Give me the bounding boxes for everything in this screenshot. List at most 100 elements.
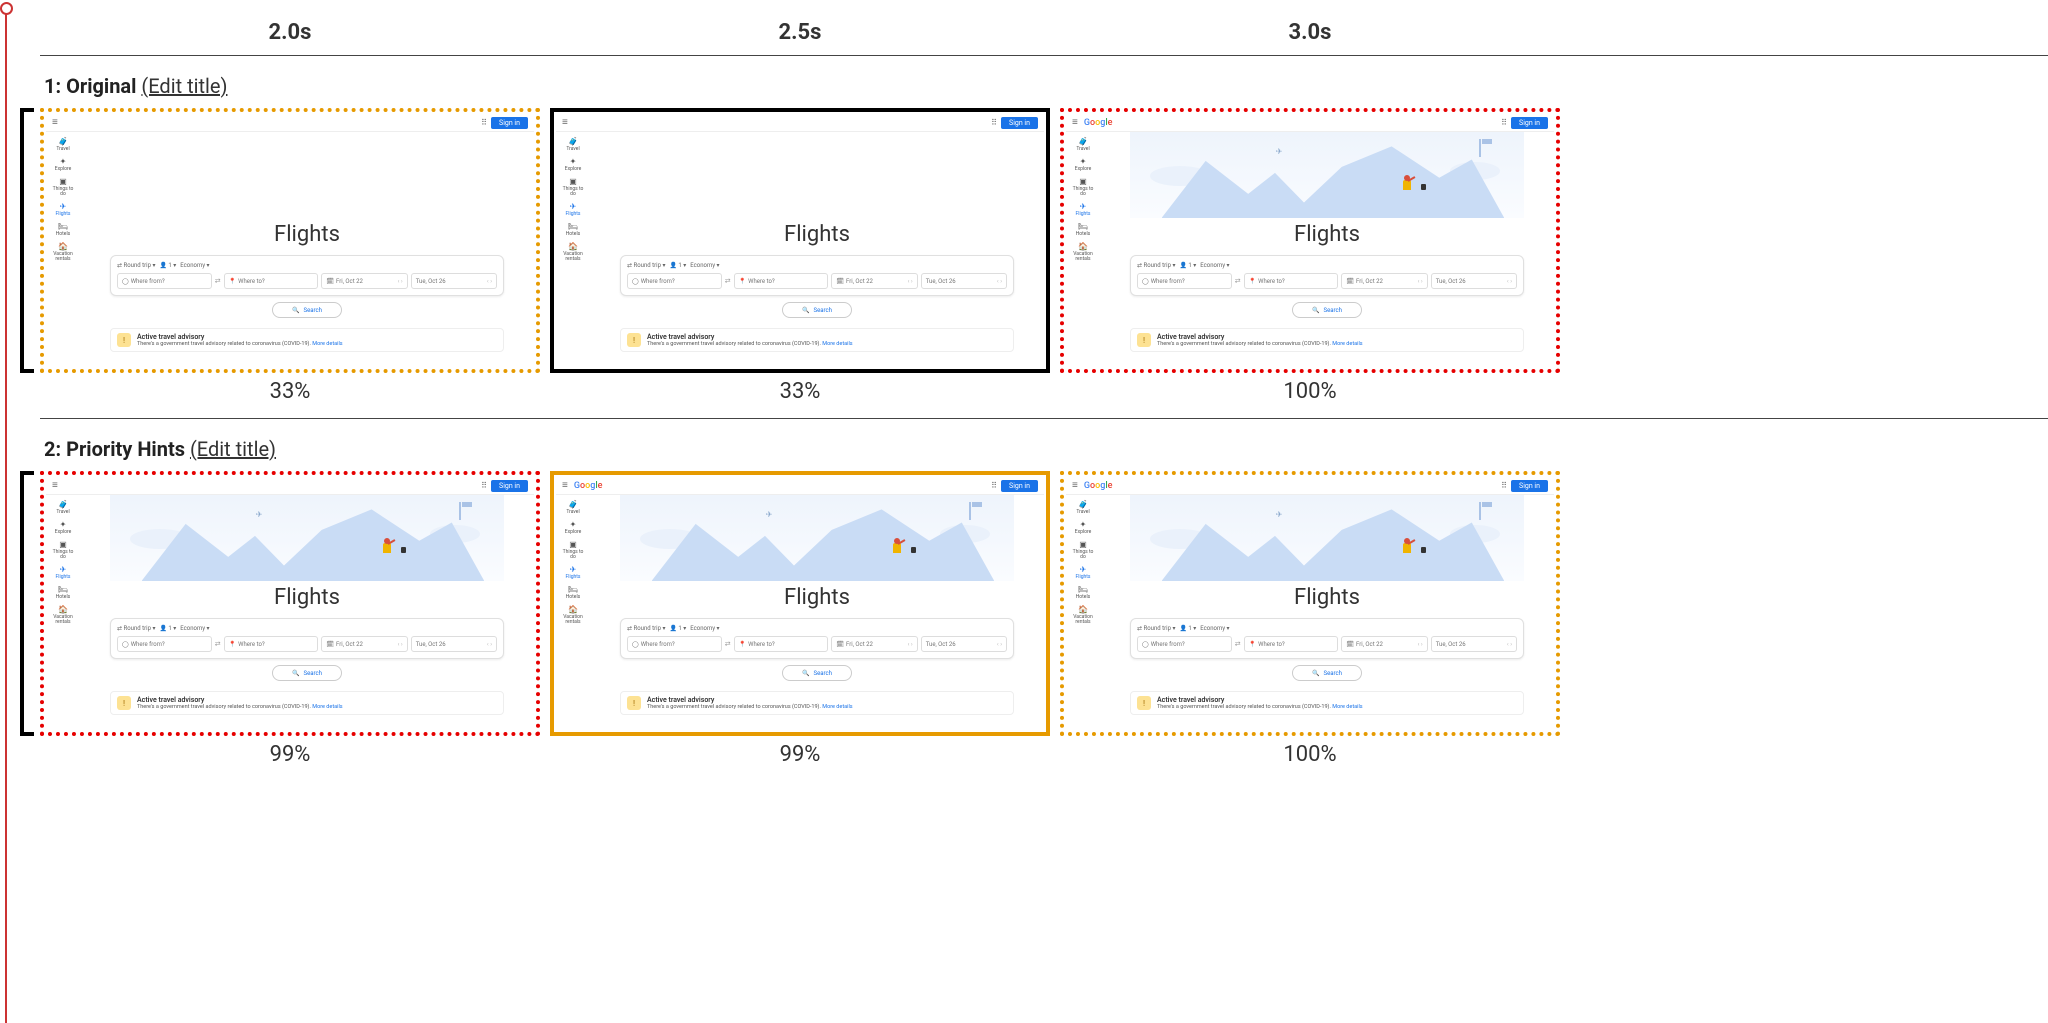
sidebar-item-travel[interactable]: 🧳Travel [562,501,584,515]
depart-date-input[interactable]: 🗓Fri, Oct 22‹ › [831,273,917,289]
search-button[interactable]: 🔍Search [782,302,852,318]
sidebar-item-flights[interactable]: ✈Flights [562,203,584,217]
trip-type-selector[interactable]: ⇄ Round trip ▾ [627,625,665,632]
signin-button[interactable]: Sign in [1511,480,1548,492]
signin-button[interactable]: Sign in [1001,117,1038,129]
swap-icon[interactable]: ⇄ [725,277,731,285]
advisory-link[interactable]: More details [312,704,342,710]
apps-icon[interactable]: ⠿ [1501,481,1507,490]
sidebar-item-hotels[interactable]: 🛏Hotels [562,586,584,600]
sidebar-item-flights[interactable]: ✈Flights [52,203,74,217]
sidebar-item-hotels[interactable]: 🛏Hotels [1072,586,1094,600]
sidebar-item-travel[interactable]: 🧳Travel [52,138,74,152]
return-date-input[interactable]: Tue, Oct 26‹ › [411,636,497,652]
sidebar-item-rentals[interactable]: 🏠Vacation rentals [562,243,584,262]
to-input[interactable]: 📍Where to? [224,273,319,289]
advisory-link[interactable]: More details [312,341,342,347]
sidebar-item-travel[interactable]: 🧳Travel [1072,501,1094,515]
sidebar-item-rentals[interactable]: 🏠Vacation rentals [562,606,584,625]
hamburger-icon[interactable]: ≡ [1072,117,1078,128]
sidebar-item-flights[interactable]: ✈Flights [562,566,584,580]
passenger-selector[interactable]: 👤 1 ▾ [669,262,686,269]
return-date-input[interactable]: Tue, Oct 26‹ › [921,636,1007,652]
trip-type-selector[interactable]: ⇄ Round trip ▾ [1137,262,1175,269]
sidebar-item-travel[interactable]: 🧳Travel [52,501,74,515]
sidebar-item-hotels[interactable]: 🛏Hotels [52,586,74,600]
trip-type-selector[interactable]: ⇄ Round trip ▾ [1137,625,1175,632]
class-selector[interactable]: Economy ▾ [1200,625,1229,632]
depart-date-input[interactable]: 🗓Fri, Oct 22‹ › [831,636,917,652]
trip-type-selector[interactable]: ⇄ Round trip ▾ [117,262,155,269]
hamburger-icon[interactable]: ≡ [52,117,58,128]
search-button[interactable]: 🔍Search [272,302,342,318]
class-selector[interactable]: Economy ▾ [180,262,209,269]
search-button[interactable]: 🔍Search [1292,665,1362,681]
from-input[interactable]: ◯Where from? [1137,636,1232,652]
sidebar-item-explore[interactable]: ✦Explore [562,521,584,535]
swap-icon[interactable]: ⇄ [215,640,221,648]
signin-button[interactable]: Sign in [1001,480,1038,492]
passenger-selector[interactable]: 👤 1 ▾ [159,625,176,632]
advisory-link[interactable]: More details [1332,704,1362,710]
to-input[interactable]: 📍Where to? [1244,636,1339,652]
sidebar-item-explore[interactable]: ✦Explore [52,521,74,535]
search-button[interactable]: 🔍Search [272,665,342,681]
from-input[interactable]: ◯Where from? [1137,273,1232,289]
trip-type-selector[interactable]: ⇄ Round trip ▾ [117,625,155,632]
hamburger-icon[interactable]: ≡ [1072,480,1078,491]
to-input[interactable]: 📍Where to? [224,636,319,652]
sidebar-item-things[interactable]: ▣Things to do [1072,541,1094,560]
apps-icon[interactable]: ⠿ [1501,118,1507,127]
sidebar-item-things[interactable]: ▣Things to do [52,541,74,560]
sidebar-item-things[interactable]: ▣Things to do [562,541,584,560]
depart-date-input[interactable]: 🗓Fri, Oct 22‹ › [1341,636,1427,652]
sidebar-item-travel[interactable]: 🧳Travel [1072,138,1094,152]
depart-date-input[interactable]: 🗓Fri, Oct 22‹ › [321,273,407,289]
return-date-input[interactable]: Tue, Oct 26‹ › [1431,273,1517,289]
depart-date-input[interactable]: 🗓Fri, Oct 22‹ › [1341,273,1427,289]
apps-icon[interactable]: ⠿ [481,481,487,490]
passenger-selector[interactable]: 👤 1 ▾ [159,262,176,269]
class-selector[interactable]: Economy ▾ [690,625,719,632]
signin-button[interactable]: Sign in [491,117,528,129]
sidebar-item-things[interactable]: ▣Things to do [52,178,74,197]
sidebar-item-explore[interactable]: ✦Explore [52,158,74,172]
sidebar-item-rentals[interactable]: 🏠Vacation rentals [1072,606,1094,625]
hamburger-icon[interactable]: ≡ [562,480,568,491]
hamburger-icon[interactable]: ≡ [562,117,568,128]
sidebar-item-hotels[interactable]: 🛏Hotels [1072,223,1094,237]
sidebar-item-flights[interactable]: ✈Flights [1072,203,1094,217]
advisory-link[interactable]: More details [822,704,852,710]
sidebar-item-travel[interactable]: 🧳Travel [562,138,584,152]
sidebar-item-flights[interactable]: ✈Flights [1072,566,1094,580]
signin-button[interactable]: Sign in [491,480,528,492]
return-date-input[interactable]: Tue, Oct 26‹ › [411,273,497,289]
swap-icon[interactable]: ⇄ [215,277,221,285]
row-2-edit-title-link[interactable]: (Edit title) [190,437,276,461]
swap-icon[interactable]: ⇄ [1235,640,1241,648]
sidebar-item-rentals[interactable]: 🏠Vacation rentals [1072,243,1094,262]
advisory-link[interactable]: More details [822,341,852,347]
passenger-selector[interactable]: 👤 1 ▾ [1179,625,1196,632]
signin-button[interactable]: Sign in [1511,117,1548,129]
hamburger-icon[interactable]: ≡ [52,480,58,491]
to-input[interactable]: 📍Where to? [1244,273,1339,289]
class-selector[interactable]: Economy ▾ [180,625,209,632]
class-selector[interactable]: Economy ▾ [690,262,719,269]
sidebar-item-rentals[interactable]: 🏠Vacation rentals [52,606,74,625]
passenger-selector[interactable]: 👤 1 ▾ [1179,262,1196,269]
swap-icon[interactable]: ⇄ [1235,277,1241,285]
sidebar-item-things[interactable]: ▣Things to do [562,178,584,197]
sidebar-item-hotels[interactable]: 🛏Hotels [562,223,584,237]
swap-icon[interactable]: ⇄ [725,640,731,648]
search-button[interactable]: 🔍Search [782,665,852,681]
from-input[interactable]: ◯Where from? [117,273,212,289]
trip-type-selector[interactable]: ⇄ Round trip ▾ [627,262,665,269]
sidebar-item-explore[interactable]: ✦Explore [1072,521,1094,535]
to-input[interactable]: 📍Where to? [734,273,829,289]
from-input[interactable]: ◯Where from? [627,636,722,652]
search-button[interactable]: 🔍Search [1292,302,1362,318]
sidebar-item-flights[interactable]: ✈Flights [52,566,74,580]
apps-icon[interactable]: ⠿ [991,481,997,490]
sidebar-item-hotels[interactable]: 🛏Hotels [52,223,74,237]
